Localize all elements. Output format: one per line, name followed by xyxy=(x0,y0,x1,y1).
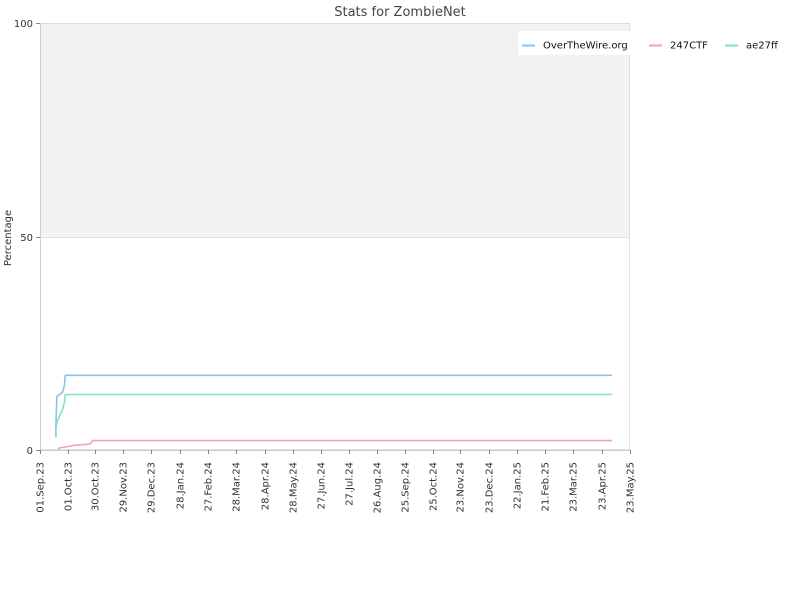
plot-lower-band xyxy=(40,236,630,450)
y-tick-label: 100 xyxy=(14,19,33,30)
legend-label: 247CTF xyxy=(670,41,708,52)
x-tick-label: 25.Oct.24 xyxy=(429,462,440,511)
x-tick-label: 23.Nov.24 xyxy=(456,462,467,513)
legend-label: OverTheWire.org xyxy=(543,41,628,52)
x-tick-label: 29.Dec.23 xyxy=(147,462,158,513)
x-tick-label: 21.Feb.25 xyxy=(541,462,552,512)
x-tick-label: 30.Oct.23 xyxy=(91,462,102,511)
legend: OverTheWire.org 247CTF ae27ff xyxy=(518,31,779,55)
legend-label: ae27ff xyxy=(746,41,779,52)
stats-chart: 0 50 100 01.Sep.23 01.Oct.23 30.Oct.23 29.Nov.… xyxy=(3,5,779,513)
x-tick-label: 27.Jul.24 xyxy=(345,462,356,506)
x-tick-label: 22.Jan.25 xyxy=(513,462,524,509)
x-tick-label: 28.Apr.24 xyxy=(261,462,272,510)
y-tick-label: 0 xyxy=(27,446,33,457)
chart-title: Stats for ZombieNet xyxy=(334,5,466,20)
x-tick-label: 26.Aug.24 xyxy=(373,462,384,513)
y-axis-label: Percentage xyxy=(3,210,14,266)
x-tick-label: 29.Nov.23 xyxy=(119,462,130,513)
x-tick-label: 27.Jun.24 xyxy=(317,462,328,509)
x-tick-label: 23.Mar.25 xyxy=(569,462,580,512)
x-tick-label: 01.Sep.23 xyxy=(36,462,47,513)
x-tick-label: 28.May.24 xyxy=(289,462,300,513)
y-tick-label: 50 xyxy=(20,233,33,244)
x-tick-label: 01.Oct.23 xyxy=(64,462,75,511)
x-tick-label: 25.Sep.24 xyxy=(401,462,412,513)
x-tick-label: 28.Mar.24 xyxy=(232,462,243,512)
x-tick-label: 27.Feb.24 xyxy=(204,462,215,512)
x-tick-label: 23.Apr.25 xyxy=(598,462,609,510)
x-tick-label: 23.May.25 xyxy=(626,462,637,513)
x-tick-label: 28.Jan.24 xyxy=(176,462,187,509)
x-tick-label: 23.Dec.24 xyxy=(485,462,496,513)
